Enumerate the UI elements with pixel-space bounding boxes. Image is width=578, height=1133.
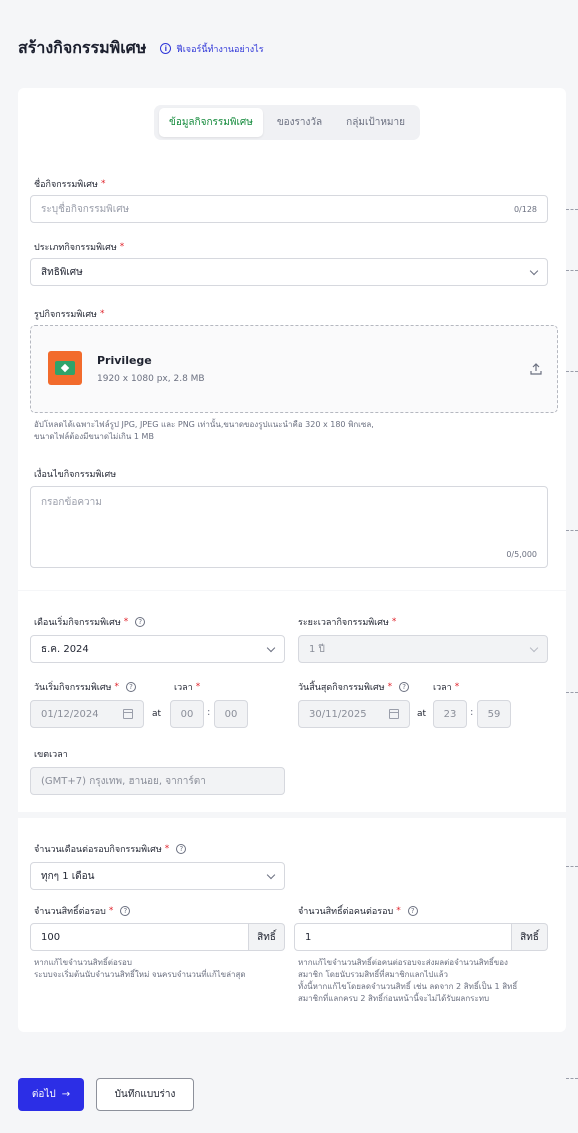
file-name: Privilege <box>97 354 152 367</box>
start-date-input: 01/12/2024 <box>30 700 144 728</box>
question-icon[interactable]: ? <box>120 906 131 916</box>
calendar-icon <box>123 709 133 719</box>
privilege-icon <box>55 361 75 375</box>
chevron-down-icon <box>266 870 276 880</box>
image-label: รูปกิจกรรมพิเศษ * <box>34 309 105 320</box>
tab-bar: ข้อมูลกิจกรรมพิเศษ ของรางวัล กลุ่มเป้าหม… <box>154 105 420 140</box>
rights-per-round-label: จำนวนสิทธิ์ต่อรอบ *? <box>34 904 131 918</box>
rights-suffix: สิทธิ์ <box>249 923 285 951</box>
edge-marker <box>566 692 578 693</box>
time-separator: : <box>470 707 474 718</box>
end-minute-input: 59 <box>477 700 511 728</box>
months-per-round-select[interactable]: ทุกๆ 1 เดือน <box>30 862 285 890</box>
rights-per-round-help: หากแก้ไขจำนวนสิทธิ์ต่อรอบ ระบบจะเริ่มต้น… <box>34 958 246 979</box>
info-icon: i <box>160 43 172 54</box>
chevron-down-icon <box>529 266 539 276</box>
help-link[interactable]: i ฟีเจอร์นี้ทำงานอย่างไร <box>160 42 264 56</box>
image-thumbnail <box>48 351 82 385</box>
tab-target-group[interactable]: กลุ่มเป้าหมาย <box>336 108 415 137</box>
name-label: ชื่อกิจกรรมพิเศษ * <box>34 179 106 190</box>
edge-marker <box>566 866 578 867</box>
rights-per-person-help: หากแก้ไขจำนวนสิทธิ์ต่อคนต่อรอบจะส่งผลต่อ… <box>298 958 518 1003</box>
next-button[interactable]: ต่อไป → <box>18 1078 84 1111</box>
arrow-right-icon: → <box>61 1089 71 1100</box>
condition-textarea[interactable]: กรอกข้อความ 0/5,000 <box>30 486 548 568</box>
duration-label: ระยะเวลากิจกรรมพิเศษ * <box>298 617 397 628</box>
start-minute-input: 00 <box>214 700 248 728</box>
end-date-input: 30/11/2025 <box>298 700 410 728</box>
save-draft-button[interactable]: บันทึกแบบร่าง <box>96 1078 194 1111</box>
page-header: สร้างกิจกรรมพิเศษ i ฟีเจอร์นี้ทำงานอย่าง… <box>18 36 264 61</box>
start-hour-input: 00 <box>170 700 204 728</box>
question-icon[interactable]: ? <box>125 682 136 692</box>
file-meta: 1920 x 1080 px, 2.8 MB <box>97 374 205 384</box>
edge-marker <box>566 1078 578 1079</box>
type-label: ประเภทกิจกรรมพิเศษ * <box>34 242 125 253</box>
at-text: at <box>152 709 162 719</box>
page-title: สร้างกิจกรรมพิเศษ <box>18 38 147 57</box>
rights-per-person-label: จำนวนสิทธิ์ต่อคนต่อรอบ *? <box>298 904 418 918</box>
at-text: at <box>417 709 427 719</box>
start-month-label: เดือนเริ่มกิจกรรมพิเศษ *? <box>34 615 146 629</box>
rights-per-person-input[interactable]: 1 <box>294 923 512 951</box>
name-input[interactable]: ระบุชื่อกิจกรรมพิเศษ 0/128 <box>30 195 548 223</box>
start-date-label: วันเริ่มกิจกรรมพิเศษ *? <box>34 680 136 694</box>
end-time-label: เวลา * <box>433 682 460 693</box>
chevron-down-icon <box>266 643 276 653</box>
question-icon[interactable]: ? <box>407 906 418 916</box>
edge-marker <box>566 530 578 531</box>
edge-marker <box>566 371 578 372</box>
name-counter: 0/128 <box>513 204 537 214</box>
timezone-label: เขตเวลา <box>34 750 68 760</box>
condition-label: เงื่อนไขกิจกรรมพิเศษ <box>34 470 117 480</box>
help-link-label: ฟีเจอร์นี้ทำงานอย่างไร <box>176 44 264 55</box>
rights-suffix: สิทธิ์ <box>512 923 548 951</box>
rounds-card: จำนวนเดือนต่อรอบกิจกรรมพิเศษ *? ทุกๆ 1 เด… <box>18 818 566 1032</box>
end-date-label: วันสิ้นสุดกิจกรรมพิเศษ *? <box>298 680 410 694</box>
image-upload-area[interactable]: Privilege 1920 x 1080 px, 2.8 MB <box>30 325 558 413</box>
question-icon[interactable]: ? <box>135 617 146 627</box>
timezone-input: (GMT+7) กรุงเทพ, ฮานอย, จาการ์ตา <box>30 767 285 795</box>
activity-info-card: ข้อมูลกิจกรรมพิเศษ ของรางวัล กลุ่มเป้าหม… <box>18 88 566 590</box>
question-icon[interactable]: ? <box>176 844 187 854</box>
start-time-label: เวลา * <box>174 682 201 693</box>
question-icon[interactable]: ? <box>399 682 410 692</box>
chevron-down-icon <box>529 643 539 653</box>
schedule-card: เดือนเริ่มกิจกรรมพิเศษ *? ธ.ค. 2024 ระยะเ… <box>18 591 566 812</box>
tab-activity-info[interactable]: ข้อมูลกิจกรรมพิเศษ <box>159 108 263 137</box>
end-hour-input: 23 <box>433 700 467 728</box>
calendar-icon <box>389 709 399 719</box>
image-help-text: อัปโหลดได้เฉพาะไฟล์รูป JPG, JPEG และ PNG… <box>34 420 374 441</box>
next-button-label: ต่อไป <box>31 1089 56 1100</box>
months-per-round-label: จำนวนเดือนต่อรอบกิจกรรมพิเศษ *? <box>34 842 187 856</box>
condition-counter: 0/5,000 <box>506 550 537 559</box>
start-month-select[interactable]: ธ.ค. 2024 <box>30 635 285 663</box>
type-select[interactable]: สิทธิพิเศษ <box>30 258 548 286</box>
upload-icon[interactable] <box>529 362 543 376</box>
edge-marker <box>566 209 578 210</box>
tab-rewards[interactable]: ของรางวัล <box>267 108 332 137</box>
rights-per-round-input[interactable]: 100 <box>30 923 249 951</box>
time-separator: : <box>207 707 211 718</box>
edge-marker <box>566 270 578 271</box>
duration-select: 1 ปี <box>298 635 548 663</box>
